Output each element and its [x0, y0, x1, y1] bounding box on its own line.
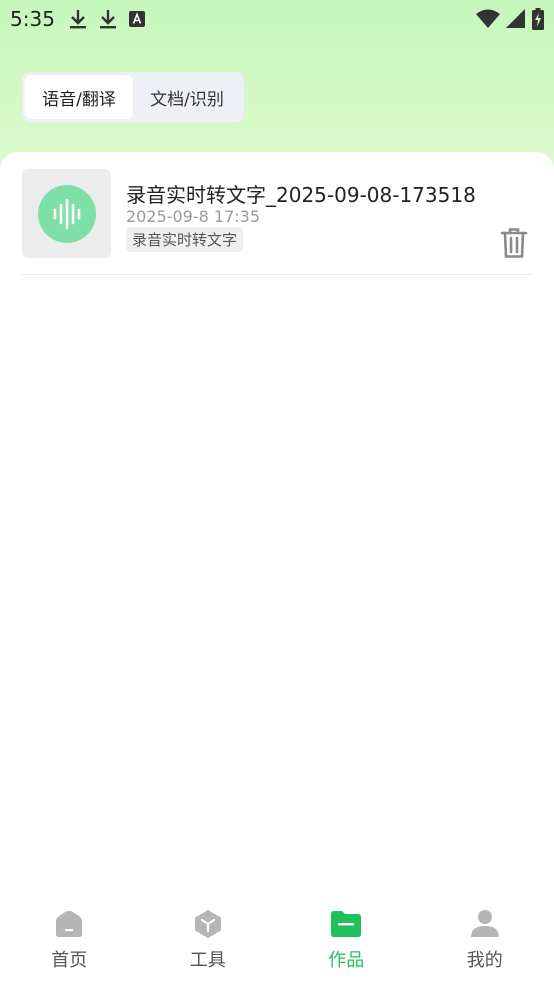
tab-document-recognize[interactable]: 文档/识别 [133, 75, 241, 119]
download-icon [99, 9, 117, 29]
status-time: 5:35 [10, 7, 55, 31]
download-icon [69, 9, 87, 29]
delete-button[interactable] [498, 227, 530, 263]
nav-item-works[interactable]: 作品 [277, 898, 416, 984]
list-item[interactable]: 录音实时转文字_2025-09-08-173518 2025-09-8 17:3… [22, 169, 532, 275]
item-thumbnail [22, 169, 111, 258]
item-date: 2025-09-8 17:35 [126, 207, 260, 226]
item-tag: 录音实时转文字 [126, 227, 244, 252]
user-icon [469, 908, 501, 940]
home-icon [53, 908, 85, 940]
wifi-icon [476, 9, 500, 29]
nav-label-home: 首页 [51, 950, 88, 971]
notification-icons [69, 9, 145, 29]
tab-voice-translate[interactable]: 语音/翻译 [25, 75, 133, 119]
nav-label-mine: 我的 [466, 950, 503, 971]
bottom-nav: 首页 工具 作品 我的 [0, 898, 554, 984]
battery-charging-icon [532, 8, 544, 30]
folder-icon [330, 908, 362, 940]
nav-item-home[interactable]: 首页 [0, 898, 139, 984]
font-a-icon [128, 11, 145, 27]
audio-wave-icon [37, 184, 96, 243]
tools-icon [192, 908, 224, 940]
trash-icon [500, 227, 528, 264]
item-title: 录音实时转文字_2025-09-08-173518 [126, 183, 476, 207]
cell-signal-icon [506, 9, 526, 29]
nav-label-tools: 工具 [189, 950, 226, 971]
nav-item-mine[interactable]: 我的 [416, 898, 554, 984]
nav-label-works: 作品 [328, 950, 365, 971]
segmented-control: 语音/翻译 文档/识别 [22, 72, 244, 122]
status-bar: 5:35 [0, 0, 554, 38]
works-list: 录音实时转文字_2025-09-08-173518 2025-09-8 17:3… [0, 152, 554, 898]
nav-item-tools[interactable]: 工具 [139, 898, 278, 984]
system-icons [476, 8, 544, 30]
